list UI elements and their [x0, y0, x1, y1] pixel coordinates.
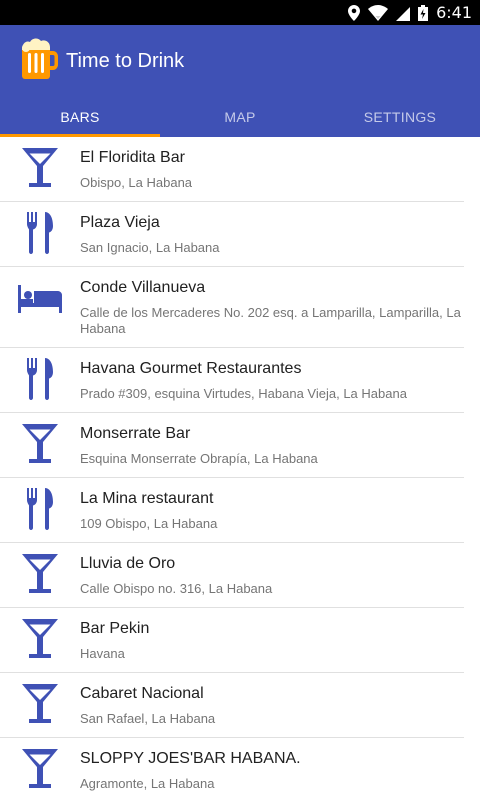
place-address: Havana [80, 646, 125, 661]
place-name: Cabaret Nacional [80, 685, 204, 702]
battery-icon [418, 4, 429, 21]
list-item[interactable]: SLOPPY JOES'BAR HABANA. Agramonte, La Hab… [0, 738, 464, 800]
place-name: Conde Villanueva [80, 279, 206, 296]
app-title: Time to Drink [66, 49, 185, 72]
restaurant-icon [23, 356, 57, 412]
list-item[interactable]: La Mina restaurant 109 Obispo, La Habana [0, 478, 464, 543]
place-address: Obispo, La Habana [80, 175, 193, 190]
cocktail-icon [20, 616, 60, 672]
list-item[interactable]: Havana Gourmet Restaurantes Prado #309, e… [0, 348, 464, 413]
place-address: San Rafael, La Habana [80, 711, 216, 726]
tab-bars[interactable]: BARS [0, 97, 160, 137]
wifi-icon [368, 4, 389, 21]
place-name: Monserrate Bar [80, 425, 191, 442]
beer-mug-icon [20, 37, 58, 85]
cocktail-icon [20, 746, 60, 800]
list-item[interactable]: Monserrate Bar Esquina Monserrate Obrapía… [0, 413, 464, 478]
list-item[interactable]: Plaza Vieja San Ignacio, La Habana [0, 202, 464, 267]
tab-settings[interactable]: SETTINGS [320, 97, 480, 137]
cocktail-icon [20, 145, 60, 201]
place-name: El Floridita Bar [80, 149, 185, 166]
cocktail-icon [20, 421, 60, 477]
place-name: Lluvia de Oro [80, 555, 176, 572]
location-icon [348, 4, 361, 21]
tab-map[interactable]: MAP [160, 97, 320, 137]
place-name: SLOPPY JOES'BAR HABANA. [80, 750, 301, 767]
place-address: Calle de los Mercaderes No. 202 esq. a L… [80, 305, 461, 336]
place-address: Calle Obispo no. 316, La Habana [80, 581, 273, 596]
list-item[interactable]: Conde Villanueva Calle de los Mercaderes … [0, 267, 464, 348]
restaurant-icon [23, 486, 57, 542]
cocktail-icon [20, 551, 60, 607]
list-item[interactable]: Lluvia de Oro Calle Obispo no. 316, La Ha… [0, 543, 464, 608]
place-name: La Mina restaurant [80, 490, 214, 507]
list-item[interactable]: Bar Pekin Havana [0, 608, 464, 673]
place-address: Prado #309, esquina Virtudes, Habana Vie… [80, 386, 407, 401]
place-name: Plaza Vieja [80, 214, 160, 231]
place-list: El Floridita Bar Obispo, La Habana Plaza V… [0, 137, 480, 800]
list-item[interactable]: El Floridita Bar Obispo, La Habana [0, 137, 464, 202]
place-name: Havana Gourmet Restaurantes [80, 360, 302, 377]
signal-icon [396, 5, 411, 21]
status-bar: 6:41 [0, 0, 480, 25]
place-address: 109 Obispo, La Habana [80, 516, 218, 531]
app-bar: Time to Drink [0, 25, 480, 97]
place-name: Bar Pekin [80, 620, 150, 637]
clock: 6:41 [436, 3, 472, 22]
place-address: San Ignacio, La Habana [80, 240, 220, 255]
hotel-icon [18, 281, 62, 347]
restaurant-icon [23, 210, 57, 266]
place-address: Esquina Monserrate Obrapía, La Habana [80, 451, 318, 466]
tab-bar: BARS MAP SETTINGS [0, 97, 480, 137]
list-item[interactable]: Cabaret Nacional San Rafael, La Habana [0, 673, 464, 738]
cocktail-icon [20, 681, 60, 737]
place-address: Agramonte, La Habana [80, 776, 215, 791]
